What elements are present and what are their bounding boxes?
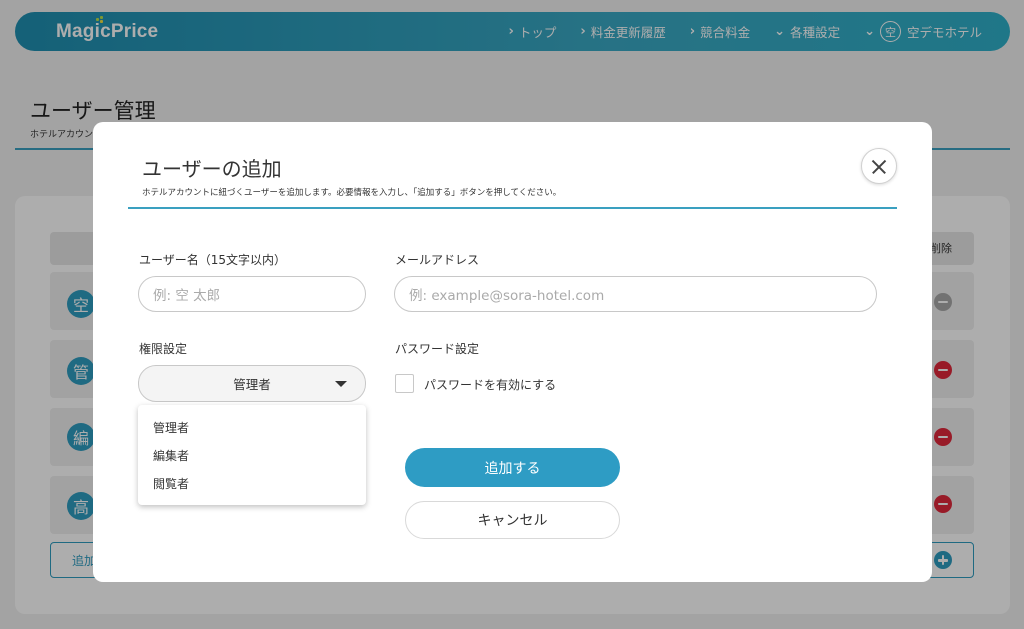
close-icon[interactable]: [861, 148, 897, 184]
modal-title: ユーザーの追加: [142, 157, 282, 181]
username-input[interactable]: 例: 空 太郎: [138, 276, 366, 312]
cancel-button[interactable]: キャンセル: [405, 501, 620, 539]
cancel-label: キャンセル: [477, 513, 548, 529]
password-label: パスワード設定: [395, 342, 480, 356]
add-user-modal: ユーザーの追加 ホテルアカウントに紐づくユーザーを追加します。必要情報を入力し、…: [93, 122, 932, 582]
submit-label: 追加する: [484, 460, 541, 477]
submit-add-user-button[interactable]: 追加する: [405, 448, 620, 487]
role-option-viewer[interactable]: 閲覧者: [153, 475, 189, 492]
role-option-admin[interactable]: 管理者: [153, 419, 189, 436]
role-option-editor[interactable]: 編集者: [153, 447, 189, 464]
email-placeholder: 例: example@sora-hotel.com: [409, 288, 605, 304]
role-dropdown-menu: 管理者 編集者 閲覧者: [138, 405, 366, 505]
role-select[interactable]: 管理者: [138, 365, 366, 402]
email-label: メールアドレス: [395, 253, 480, 267]
role-selected-value: 管理者: [233, 377, 271, 392]
password-enable-label[interactable]: パスワードを有効にする: [424, 376, 556, 393]
modal-description: ホテルアカウントに紐づくユーザーを追加します。必要情報を入力し、「追加する」ボタ…: [142, 188, 562, 198]
caret-down-icon: [335, 381, 347, 387]
password-enable-checkbox[interactable]: [395, 374, 414, 393]
role-label: 権限設定: [139, 342, 188, 356]
modal-divider: [128, 207, 897, 209]
username-label: ユーザー名（15文字以内）: [139, 253, 287, 267]
username-placeholder: 例: 空 太郎: [153, 288, 221, 304]
email-input[interactable]: 例: example@sora-hotel.com: [394, 276, 877, 312]
